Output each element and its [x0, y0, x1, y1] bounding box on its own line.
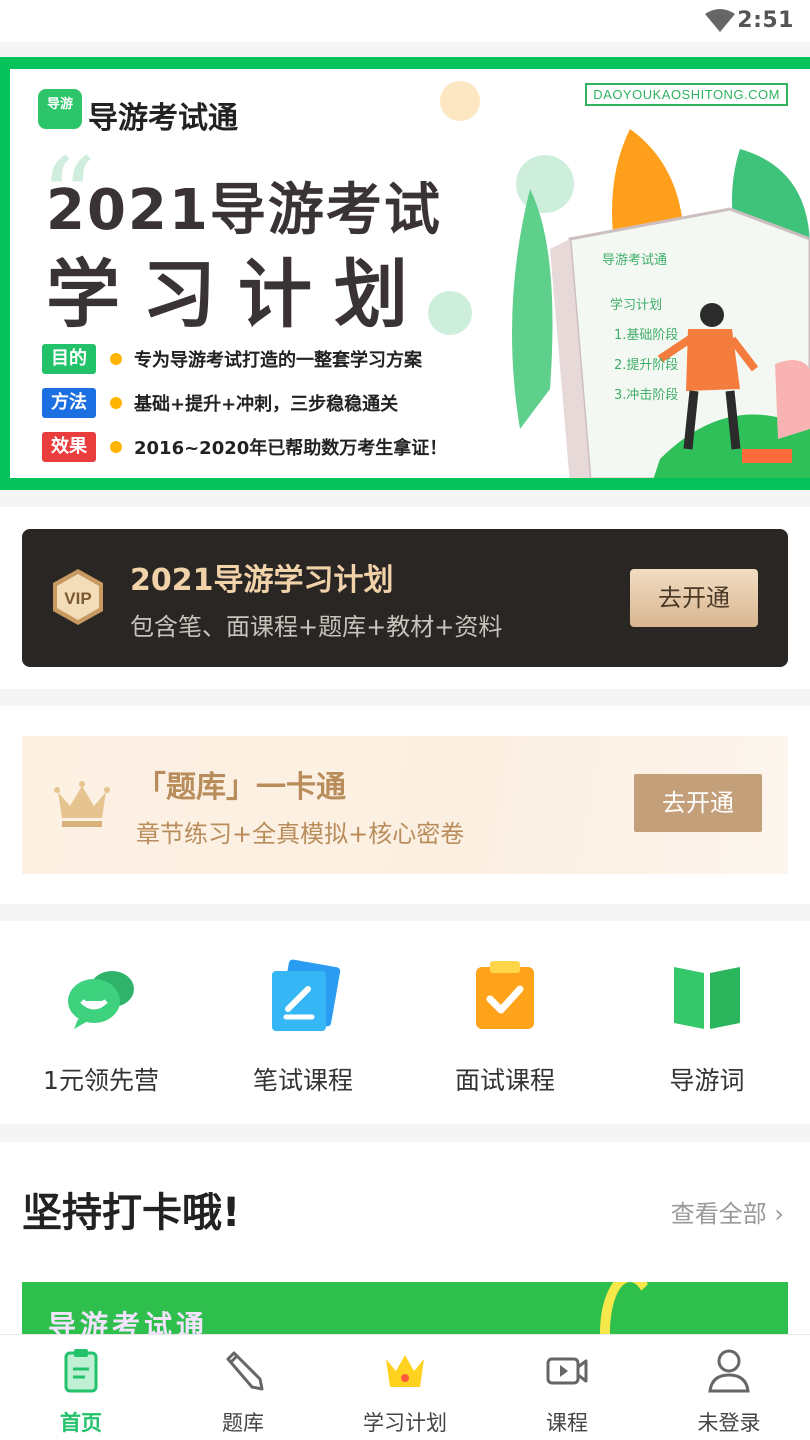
banner-title-line2: 学习计划 [46, 252, 430, 338]
tab-profile[interactable]: 未登录 [648, 1335, 810, 1440]
banner-domain: DAOYOUKAOSHITONG.COM [585, 83, 788, 106]
banner-row-result: 效果 2016~2020年已帮助数万考生拿证！ [42, 431, 447, 463]
bullet-dot [110, 353, 122, 365]
tab-label: 题库 [222, 1411, 264, 1435]
status-time: 2:51 [737, 8, 794, 33]
vip-card-subtitle: 包含笔、面课程+题库+教材+资料 [130, 613, 503, 641]
entry-label: 笔试课程 [252, 1066, 353, 1095]
pen-card-icon [272, 959, 341, 1031]
clipboard-home-icon [64, 1349, 98, 1393]
decor-circle [440, 81, 480, 121]
banner-row-text: 基础+提升+冲刺，三步稳稳通关 [134, 394, 399, 415]
vip-badge-text: VIP [64, 589, 91, 608]
banner-content: 导游 导游考试通 DAOYOUKAOSHITONG.COM “ 2021导游考试… [10, 69, 810, 478]
checkin-banner[interactable]: 导游考试通 [22, 1282, 788, 1342]
tab-label: 学习计划 [363, 1411, 447, 1435]
banner-row-goal: 目的 专为导游考试打造的一整套学习方案 [42, 343, 422, 375]
entry-label: 面试课程 [454, 1066, 555, 1095]
tab-label: 课程 [546, 1411, 588, 1435]
crown-icon [386, 1355, 424, 1387]
decor-circle [428, 291, 472, 335]
banner-tag: 方法 [42, 388, 96, 418]
user-icon [708, 1349, 750, 1393]
tab-courses[interactable]: 课程 [486, 1335, 648, 1440]
tiku-card-subtitle: 章节练习+全真模拟+核心密卷 [136, 820, 465, 848]
checkin-title: 坚持打卡哦! [22, 1190, 241, 1236]
entry-tour-guide-words[interactable]: 导游词 [606, 921, 808, 1124]
status-bar: 2:51 [0, 0, 810, 42]
art-line: 导游考试通 [602, 253, 667, 268]
crown-icon [54, 781, 110, 827]
bullet-dot [110, 441, 122, 453]
vip-card-title: 2021导游学习计划 [130, 563, 394, 598]
banner-tag: 目的 [42, 344, 96, 374]
quick-entry-grid: 1元领先营 笔试课程 面试课程 导游词 [0, 921, 810, 1124]
video-icon [546, 1357, 588, 1385]
bullet-dot [110, 397, 122, 409]
art-line: 1.基础阶段 [614, 328, 678, 343]
logo-badge: 导游 [38, 89, 82, 129]
banner-tag: 效果 [42, 432, 96, 462]
vip-section: VIP 2021导游学习计划 包含笔、面课程+题库+教材+资料 去开通 [0, 507, 810, 689]
pencil-icon [226, 1351, 264, 1391]
decor-arc [600, 1282, 660, 1342]
tab-home[interactable]: 首页 [0, 1335, 162, 1440]
banner-row-text: 2016~2020年已帮助数万考生拿证！ [134, 438, 448, 459]
wifi-icon [705, 9, 735, 32]
bottom-tab-bar: 首页 题库 学习计划 课程 未登录 [0, 1334, 810, 1440]
tab-label: 未登录 [697, 1411, 761, 1435]
entry-trial-camp[interactable]: 1元领先营 [0, 921, 202, 1124]
banner-row-text: 专为导游考试打造的一整套学习方案 [134, 350, 422, 371]
logo-text: 导游考试通 [88, 101, 238, 136]
banner-title-line1: 2021导游考试 [46, 178, 442, 243]
tiku-card-title: 「题库」一卡通 [136, 770, 346, 805]
entry-label: 1元领先营 [43, 1066, 159, 1095]
vip-badge-icon: VIP [53, 569, 103, 625]
tab-question-bank[interactable]: 题库 [162, 1335, 324, 1440]
vip-open-button[interactable]: 去开通 [630, 569, 758, 627]
entry-interview-course[interactable]: 面试课程 [404, 921, 606, 1124]
art-line: 3.冲击阶段 [614, 388, 678, 403]
tiku-card[interactable]: 「题库」一卡通 章节练习+全真模拟+核心密卷 去开通 [22, 736, 788, 874]
entry-label: 导游词 [669, 1066, 745, 1095]
open-book-icon [674, 967, 740, 1029]
art-line: 2.提升阶段 [614, 357, 678, 373]
chat-bubble-icon [68, 971, 134, 1029]
tiku-section: 「题库」一卡通 章节练习+全真模拟+核心密卷 去开通 [0, 706, 810, 904]
art-line: 学习计划 [610, 297, 662, 313]
tab-study-plan[interactable]: 学习计划 [324, 1335, 486, 1440]
promo-banner[interactable]: 导游 导游考试通 DAOYOUKAOSHITONG.COM “ 2021导游考试… [0, 57, 810, 490]
clipboard-check-icon [476, 961, 534, 1029]
study-plan-illustration: 导游考试通 学习计划 1.基础阶段 2.提升阶段 3.冲击阶段 [512, 129, 810, 478]
banner-row-method: 方法 基础+提升+冲刺，三步稳稳通关 [42, 387, 398, 419]
vip-plan-card[interactable]: VIP 2021导游学习计划 包含笔、面课程+题库+教材+资料 去开通 [22, 529, 788, 667]
view-all-link[interactable]: 查看全部 › [671, 1194, 784, 1229]
tab-label: 首页 [60, 1411, 102, 1435]
entry-written-course[interactable]: 笔试课程 [202, 921, 404, 1124]
checkin-section: 坚持打卡哦! 查看全部 › 导游考试通 [0, 1142, 810, 1342]
tiku-open-button[interactable]: 去开通 [634, 774, 762, 832]
